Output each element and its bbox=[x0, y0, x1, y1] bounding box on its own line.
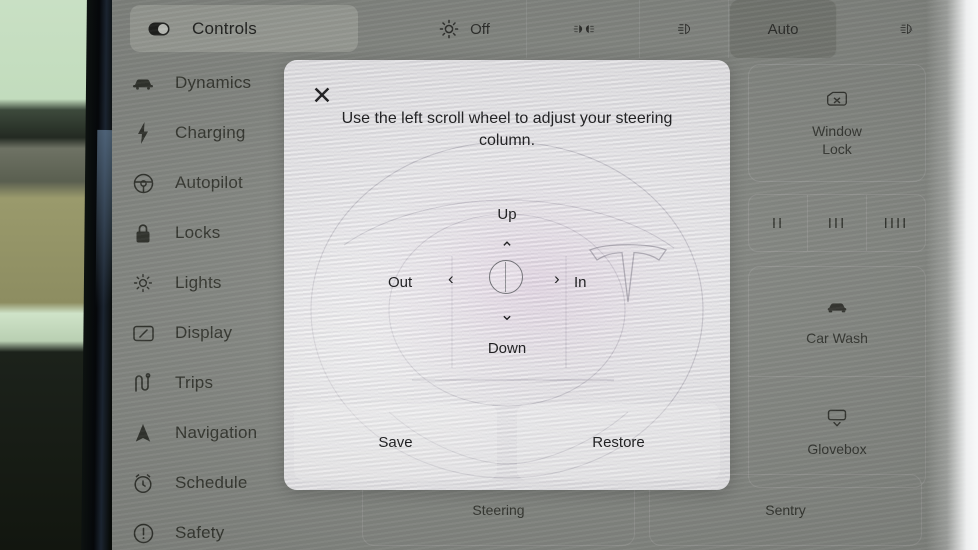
tesla-touchscreen-photo: Controls Off Auto A Dynamics Charging Au… bbox=[0, 0, 978, 550]
close-icon[interactable]: ✕ bbox=[307, 81, 337, 111]
chevron-down-icon[interactable]: ⌄ bbox=[284, 306, 730, 323]
dialog-action-row: Save Restore bbox=[284, 394, 730, 490]
dpad-down-label: Down bbox=[487, 340, 527, 357]
scroll-wheel-knob[interactable] bbox=[489, 260, 523, 294]
chevron-right-icon[interactable]: › bbox=[554, 270, 560, 287]
chevron-up-icon[interactable]: ⌃ bbox=[284, 240, 730, 257]
dpad-out-label: Out bbox=[388, 274, 413, 291]
dpad-up-label: Up bbox=[497, 206, 517, 223]
bezel-reflection-highlight bbox=[94, 129, 114, 381]
dpad-in-label: In bbox=[574, 274, 587, 291]
steering-column-dialog: ✕ Use the left scroll wheel to adjust yo… bbox=[284, 60, 730, 490]
steering-column-dpad: Up Down Out In ⌃ ⌄ ‹ › bbox=[284, 188, 730, 428]
restore-button[interactable]: Restore bbox=[517, 404, 720, 480]
save-button[interactable]: Save bbox=[294, 404, 497, 480]
tesla-ui-surface: Controls Off Auto A Dynamics Charging Au… bbox=[112, 0, 978, 550]
dialog-title: Use the left scroll wheel to adjust your… bbox=[341, 110, 673, 149]
chevron-left-icon[interactable]: ‹ bbox=[448, 270, 454, 287]
